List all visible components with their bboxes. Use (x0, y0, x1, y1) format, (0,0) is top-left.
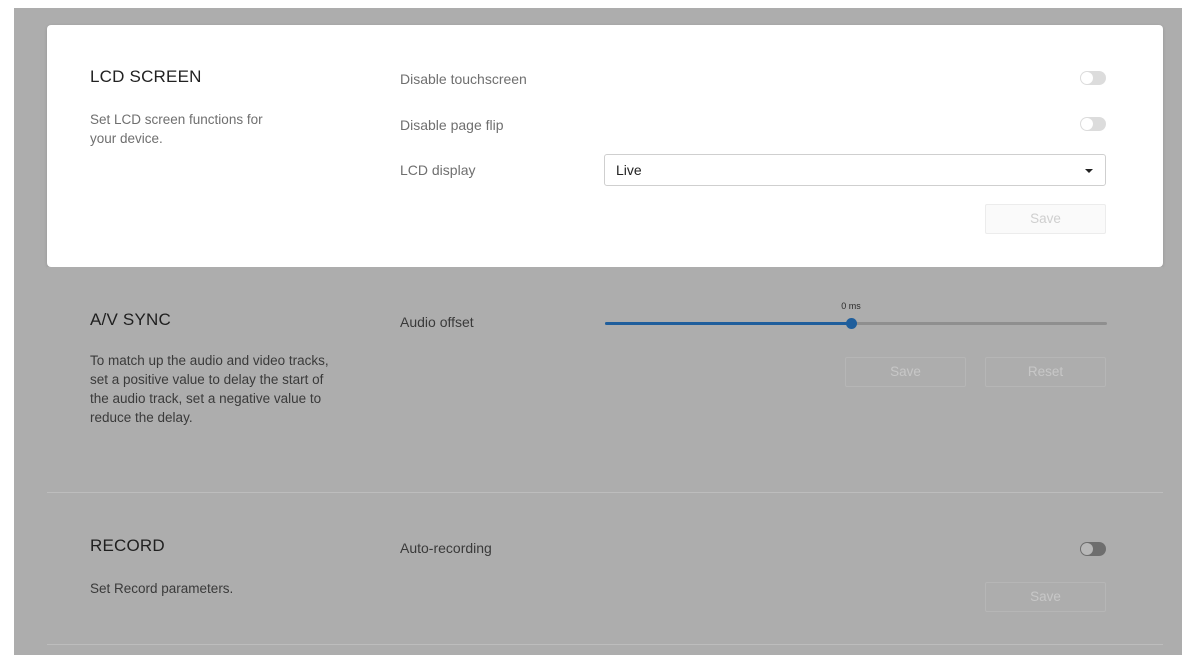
disable-page-flip-label: Disable page flip (400, 117, 504, 133)
slider-fill (605, 322, 851, 325)
av-sync-panel: A/V SYNC To match up the audio and video… (47, 267, 1163, 493)
toggle-knob (1081, 118, 1093, 130)
disable-touchscreen-toggle[interactable] (1080, 71, 1106, 85)
lcd-screen-description: Set LCD screen functions for your device… (90, 112, 263, 146)
audio-offset-slider[interactable] (605, 318, 1107, 335)
lcd-save-button[interactable]: Save (985, 204, 1106, 234)
audio-offset-value: 0 ms (841, 301, 861, 311)
audio-offset-label: Audio offset (400, 314, 474, 330)
caret-down-icon (1085, 169, 1093, 173)
av-sync-save-button[interactable]: Save (845, 357, 966, 387)
av-sync-description: To match up the audio and video tracks, … (90, 353, 329, 425)
lcd-display-selected-value: Live (616, 162, 642, 178)
record-title: RECORD (90, 536, 165, 555)
toggle-knob (1081, 543, 1093, 555)
record-save-button[interactable]: Save (985, 582, 1106, 612)
lcd-screen-title: LCD SCREEN (90, 67, 202, 86)
disable-page-flip-toggle[interactable] (1080, 117, 1106, 131)
av-sync-title: A/V SYNC (90, 310, 171, 329)
record-panel: RECORD Set Record parameters. Auto-recor… (47, 493, 1163, 645)
disable-touchscreen-label: Disable touchscreen (400, 71, 527, 87)
record-description: Set Record parameters. (90, 581, 234, 596)
lcd-display-select[interactable]: Live (604, 154, 1106, 186)
lcd-screen-panel: LCD SCREEN Set LCD screen functions for … (47, 25, 1163, 267)
slider-thumb[interactable] (846, 318, 857, 329)
toggle-knob (1081, 72, 1093, 84)
auto-recording-label: Auto-recording (400, 540, 492, 556)
av-sync-reset-button[interactable]: Reset (985, 357, 1106, 387)
lcd-display-label: LCD display (400, 162, 476, 178)
auto-recording-toggle[interactable] (1080, 542, 1106, 556)
